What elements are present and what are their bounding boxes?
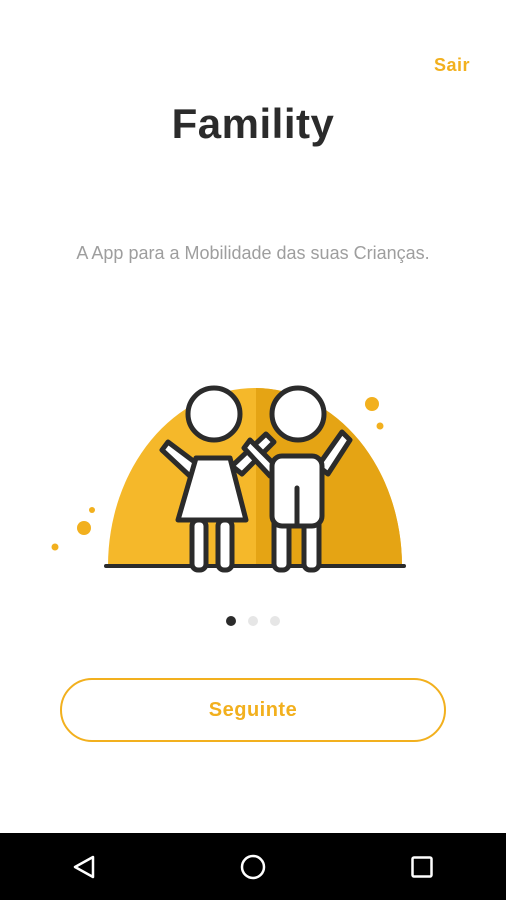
recents-square-icon — [410, 855, 433, 878]
decor-dot — [51, 543, 59, 551]
page-dot[interactable] — [270, 616, 280, 626]
two-children-waving-icon — [51, 385, 406, 573]
system-navigation-bar — [0, 833, 506, 900]
decor-dot — [77, 521, 91, 535]
nav-recents-button[interactable] — [392, 837, 452, 897]
decor-dot — [376, 422, 384, 430]
page-dot-active[interactable] — [226, 616, 236, 626]
nav-back-button[interactable] — [54, 837, 114, 897]
page-indicator — [0, 616, 506, 626]
decor-dot — [365, 397, 379, 411]
page-dot[interactable] — [248, 616, 258, 626]
home-circle-icon — [240, 854, 266, 879]
next-button[interactable]: Seguinte — [60, 678, 446, 742]
skip-button[interactable]: Sair — [434, 55, 470, 76]
nav-home-button[interactable] — [223, 837, 283, 897]
app-title: Famility — [171, 100, 335, 147]
decor-dot — [89, 507, 95, 513]
onboarding-screen: Sair Famility A App para a Mobilidade da… — [0, 0, 506, 900]
back-triangle-icon — [74, 855, 95, 878]
app-tagline: A App para a Mobilidade das suas Criança… — [76, 243, 430, 263]
